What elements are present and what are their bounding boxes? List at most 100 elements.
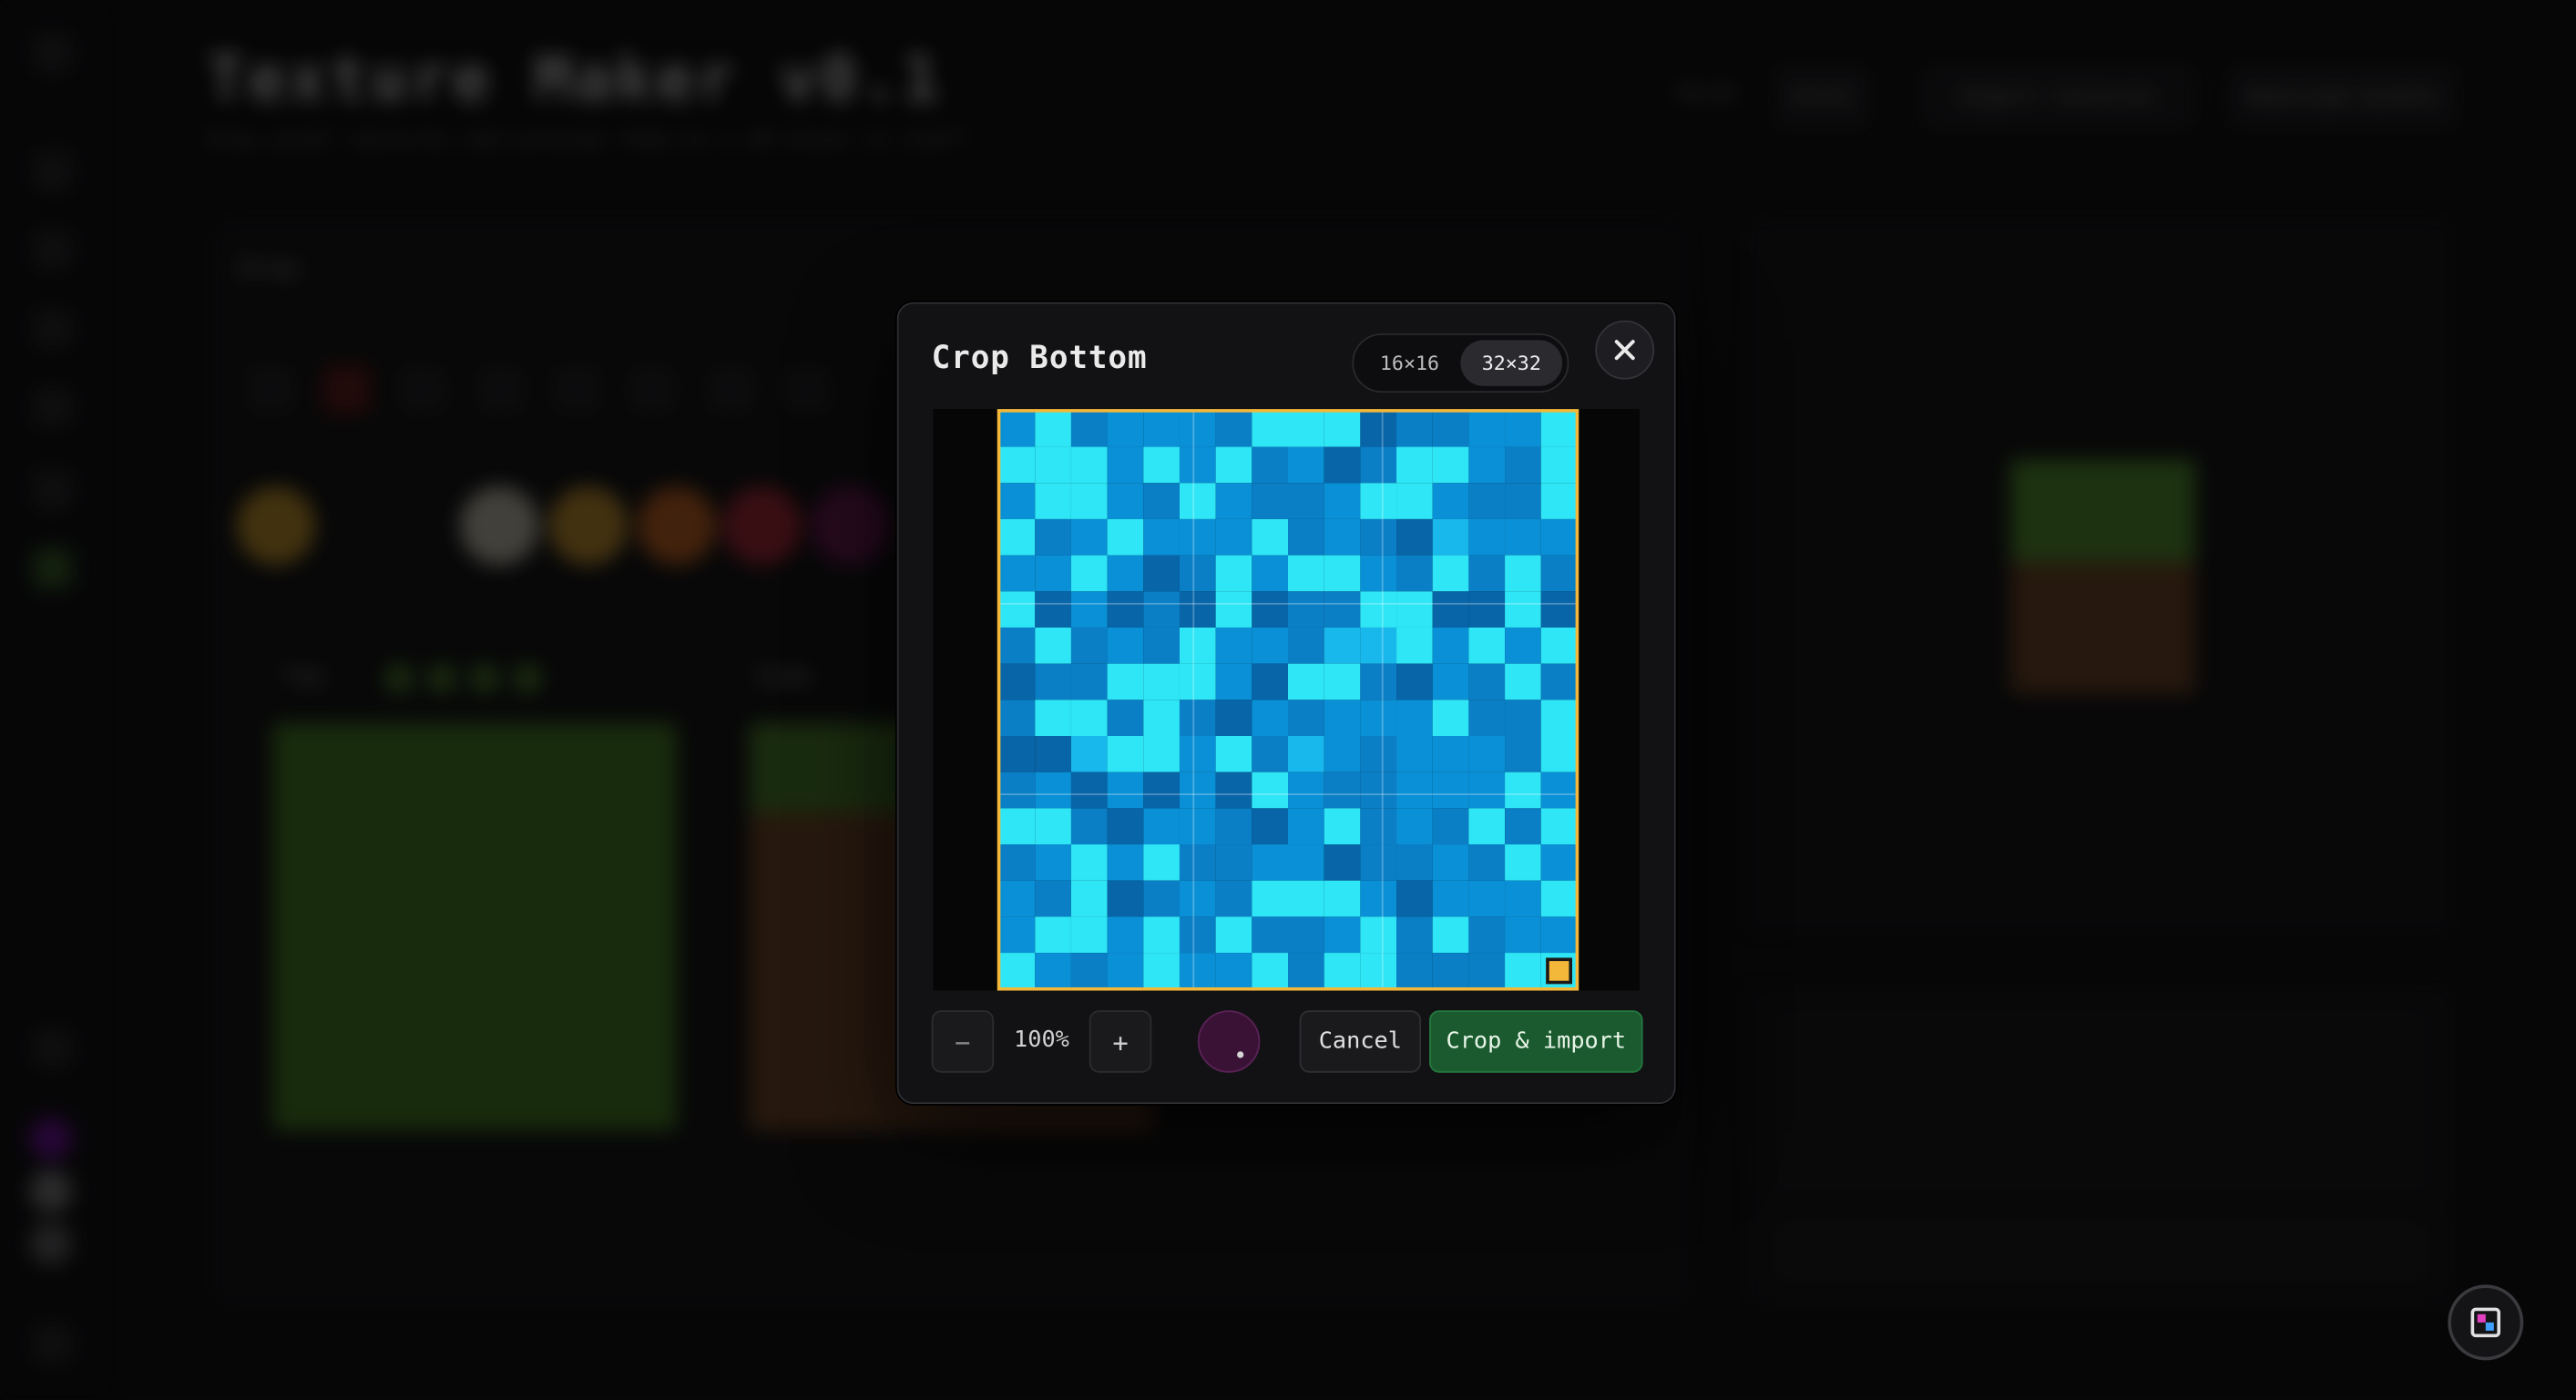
pixel	[1252, 808, 1288, 845]
pixel	[1540, 410, 1578, 447]
pixel	[1252, 591, 1288, 628]
pixel	[1070, 735, 1108, 772]
pixel	[1324, 880, 1361, 917]
pixel	[1287, 446, 1324, 484]
pixel	[1468, 446, 1506, 484]
zoom-in-button[interactable]: +	[1089, 1010, 1152, 1073]
pixel	[1035, 446, 1071, 484]
size-option-16[interactable]: 16×16	[1359, 340, 1461, 385]
size-option-32[interactable]: 32×32	[1460, 340, 1563, 386]
pixel	[1287, 663, 1324, 700]
pixel	[1540, 844, 1578, 881]
pixel	[1396, 772, 1433, 809]
pixel	[1432, 483, 1469, 519]
pixel	[1179, 591, 1216, 628]
pixel	[1287, 953, 1324, 989]
pixel	[1287, 410, 1324, 447]
crop-canvas[interactable]	[933, 409, 1640, 991]
pixel	[1252, 555, 1288, 592]
pixel	[1324, 916, 1361, 954]
pixel	[1143, 446, 1180, 484]
pixel	[998, 627, 1036, 664]
pixel	[998, 916, 1036, 954]
pixel	[1107, 627, 1144, 664]
pixel	[1540, 700, 1578, 736]
pixel	[1432, 555, 1469, 592]
pixel	[1360, 663, 1397, 700]
pixel	[1360, 844, 1397, 881]
pixel	[1468, 808, 1506, 845]
pixel	[998, 555, 1036, 592]
pixel	[1070, 410, 1108, 447]
pixel	[1107, 446, 1144, 484]
pixel	[1432, 627, 1469, 664]
pixel	[1505, 591, 1541, 628]
pixel	[1143, 627, 1180, 664]
pixel	[1505, 483, 1541, 519]
pixel	[1252, 953, 1288, 989]
pixel	[1215, 591, 1252, 628]
pixel	[1396, 735, 1433, 772]
pixel	[1432, 700, 1469, 736]
crop-import-button[interactable]: Crop & import	[1429, 1010, 1643, 1073]
pixel	[1179, 483, 1216, 519]
pixel	[1252, 410, 1288, 447]
cancel-button[interactable]: Cancel	[1299, 1010, 1422, 1073]
pixel	[1540, 555, 1578, 592]
resize-handle[interactable]	[1546, 957, 1573, 985]
pixel	[1360, 446, 1397, 484]
pixel	[1252, 700, 1288, 736]
pixel	[1396, 880, 1433, 917]
floating-action-button[interactable]	[2448, 1284, 2524, 1361]
pixel	[1070, 627, 1108, 664]
pixel	[1179, 627, 1216, 664]
pixel	[998, 735, 1036, 772]
pixel	[1505, 555, 1541, 592]
pixel	[1505, 844, 1541, 881]
pixel	[1070, 518, 1108, 556]
pixel	[1505, 446, 1541, 484]
pixel	[1070, 700, 1108, 736]
pixel	[1179, 808, 1216, 845]
pixel	[1035, 916, 1071, 954]
pixel	[1468, 663, 1506, 700]
pixel	[1540, 663, 1578, 700]
rotate-knob[interactable]	[1197, 1010, 1261, 1073]
pixel	[1035, 627, 1071, 664]
pixel	[1324, 735, 1361, 772]
pixel	[1107, 410, 1144, 447]
pixel	[1215, 627, 1252, 664]
pixel	[1070, 772, 1108, 809]
pixel	[1324, 518, 1361, 556]
pixel	[1215, 555, 1252, 592]
pixel	[1287, 916, 1324, 954]
pixel	[1396, 663, 1433, 700]
crop-dialog: Crop Bottom 16×16 32×32 − 100% + Cancel …	[896, 301, 1676, 1104]
pixel	[1070, 591, 1108, 628]
pixel	[1432, 735, 1469, 772]
pixel	[1070, 663, 1108, 700]
pixel	[1360, 916, 1397, 954]
pixel	[1396, 700, 1433, 736]
pixel	[1035, 844, 1071, 881]
pixel	[998, 591, 1036, 628]
pixel	[1432, 663, 1469, 700]
pixel	[1143, 591, 1180, 628]
close-button[interactable]	[1595, 320, 1655, 380]
pixel	[1540, 627, 1578, 664]
pixel	[1324, 844, 1361, 881]
pixel	[1396, 916, 1433, 954]
pixel	[1179, 772, 1216, 809]
pixel	[1432, 844, 1469, 881]
pixel	[1143, 916, 1180, 954]
pixel	[1396, 844, 1433, 881]
pixel	[1324, 483, 1361, 519]
pixel	[1540, 808, 1578, 845]
zoom-out-button[interactable]: −	[931, 1010, 995, 1073]
pixel	[1035, 591, 1071, 628]
pixel	[1252, 880, 1288, 917]
pixel	[1107, 808, 1144, 845]
pixel	[998, 410, 1036, 447]
pixel	[1215, 735, 1252, 772]
pixel	[998, 663, 1036, 700]
